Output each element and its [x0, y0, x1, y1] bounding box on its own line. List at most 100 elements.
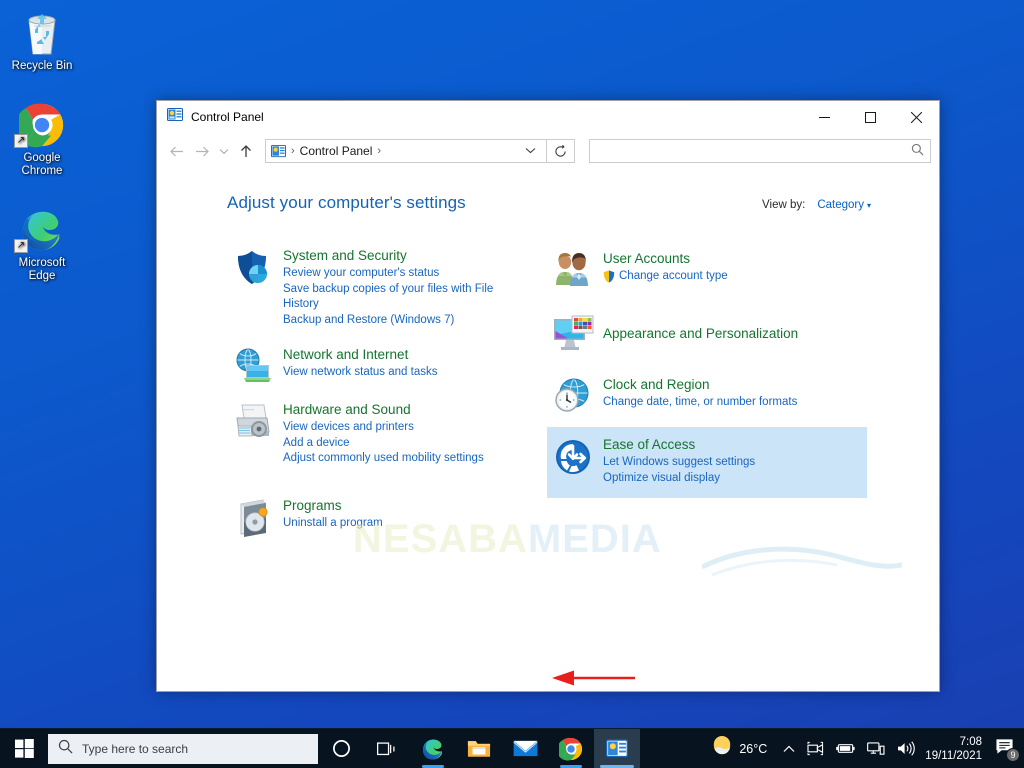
weather-sun-cloud-icon [712, 736, 732, 761]
view-by-label: View by: [762, 199, 806, 211]
edge-taskbar-button[interactable] [410, 729, 456, 768]
control-panel-icon [271, 144, 286, 159]
category-title[interactable]: Programs [283, 496, 383, 515]
programs-cd-icon [231, 496, 275, 538]
category-title[interactable]: User Accounts [603, 249, 728, 268]
appearance-monitor-icon [551, 312, 595, 354]
ease-of-access-icon [551, 435, 595, 486]
control-panel-content: Adjust your computer's settings View by:… [157, 169, 939, 691]
shortcut-arrow-icon: ↗ [14, 134, 28, 148]
category-link[interactable]: View network status and tasks [283, 365, 437, 381]
breadcrumb-separator: › [291, 145, 295, 157]
category-clock-and-region[interactable]: Clock and Region Change date, time, or n… [547, 370, 867, 423]
category-link[interactable]: Save backup copies of your files with Fi… [283, 282, 495, 313]
category-programs[interactable]: Programs Uninstall a program [227, 491, 547, 544]
control-panel-taskbar-button[interactable] [594, 728, 640, 768]
desktop-icon-label: Recycle Bin [11, 60, 73, 72]
desktop-icon-microsoft-edge[interactable]: ↗ Microsoft Edge [0, 205, 84, 283]
category-title[interactable]: Network and Internet [283, 345, 437, 364]
window-titlebar: Control Panel [157, 101, 939, 133]
network-globe-icon [231, 345, 275, 385]
file-explorer-button[interactable] [456, 729, 502, 768]
breadcrumb-item-control-panel[interactable]: Control Panel [297, 144, 376, 158]
desktop-icon-label-line2: Edge [28, 270, 56, 282]
search-box[interactable] [589, 139, 931, 163]
meet-now-icon[interactable] [801, 729, 830, 768]
up-button[interactable] [233, 138, 259, 164]
address-bar[interactable]: › Control Panel › [265, 139, 547, 163]
category-link[interactable]: Adjust commonly used mobility settings [283, 451, 484, 467]
desktop-icon-label-line2: Chrome [21, 165, 63, 177]
back-button[interactable] [163, 138, 189, 164]
category-link[interactable]: Review your computer's status [283, 266, 495, 282]
category-user-accounts[interactable]: User Accounts Change account type [547, 244, 867, 295]
system-tray: 26°C 7:08 19/11/2021 9 [704, 729, 1024, 768]
taskbar-search-box[interactable]: Type here to search [48, 733, 318, 764]
task-view-button[interactable] [364, 729, 410, 768]
uac-shield-icon [603, 270, 615, 283]
show-hidden-icons-button[interactable] [777, 729, 801, 768]
view-by-control: View by: Category ▾ [762, 199, 871, 211]
control-panel-window: Control Panel › Control Panel › Adjust y… [156, 100, 940, 692]
search-icon[interactable] [911, 143, 924, 159]
action-center-button[interactable]: 9 [991, 729, 1024, 768]
category-appearance-and-personalization[interactable]: Appearance and Personalization [547, 307, 867, 360]
desktop-icon-label-line1: Google [23, 152, 61, 164]
annotation-red-arrow [552, 670, 635, 686]
control-panel-icon [167, 107, 183, 128]
open-indicator [422, 764, 444, 768]
view-by-value[interactable]: Category ▾ [817, 199, 871, 211]
desktop-icon-label-line1: Microsoft [18, 257, 66, 269]
close-button[interactable] [893, 101, 939, 133]
category-network-and-internet[interactable]: Network and Internet View network status… [227, 340, 547, 391]
open-indicator [560, 764, 582, 768]
minimize-button[interactable] [801, 101, 847, 133]
category-ease-of-access[interactable]: Ease of Access Let Windows suggest setti… [547, 427, 867, 498]
category-link[interactable]: Backup and Restore (Windows 7) [283, 313, 495, 329]
category-link[interactable]: Optimize visual display [603, 471, 755, 487]
search-input[interactable] [596, 144, 911, 158]
category-title[interactable]: Hardware and Sound [283, 400, 484, 419]
clock-date: 19/11/2021 [925, 749, 982, 762]
chrome-icon: ↗ [0, 100, 84, 148]
navigation-bar: › Control Panel › [157, 133, 939, 169]
start-button[interactable] [0, 729, 48, 768]
category-link[interactable]: Change date, time, or number formats [603, 395, 797, 411]
notification-count-badge: 9 [1006, 747, 1020, 762]
volume-icon[interactable] [891, 729, 921, 768]
breadcrumb-separator-2[interactable]: › [375, 145, 383, 157]
desktop-icon-google-chrome[interactable]: ↗ Google Chrome [0, 100, 84, 178]
category-link[interactable]: Add a device [283, 436, 484, 452]
category-columns: System and Security Review your computer… [157, 241, 939, 548]
refresh-button[interactable] [547, 139, 575, 163]
category-title[interactable]: Ease of Access [603, 435, 755, 454]
taskbar: Type here to search 26°C 7:08 19/11/2021… [0, 728, 1024, 768]
mail-button[interactable] [502, 729, 548, 768]
category-link[interactable]: Let Windows suggest settings [603, 455, 755, 471]
network-icon[interactable] [861, 729, 891, 768]
category-system-and-security[interactable]: System and Security Review your computer… [227, 241, 547, 334]
category-title[interactable]: System and Security [283, 246, 495, 265]
address-dropdown-icon[interactable] [519, 146, 542, 157]
desktop-icon-recycle-bin[interactable]: Recycle Bin [0, 8, 84, 73]
recent-locations-button[interactable] [215, 138, 233, 164]
edge-icon: ↗ [0, 205, 84, 253]
category-link-change-account-type[interactable]: Change account type [603, 269, 728, 285]
cortana-button[interactable] [318, 729, 364, 768]
maximize-button[interactable] [847, 101, 893, 133]
forward-button[interactable] [189, 138, 215, 164]
printer-icon [231, 400, 275, 467]
weather-temperature: 26°C [739, 741, 768, 756]
category-title[interactable]: Clock and Region [603, 375, 797, 394]
weather-widget[interactable]: 26°C [704, 736, 777, 761]
user-accounts-icon [551, 249, 595, 289]
chrome-taskbar-button[interactable] [548, 729, 594, 768]
category-link-uninstall-a-program[interactable]: Uninstall a program [283, 516, 383, 532]
category-hardware-and-sound[interactable]: Hardware and Sound View devices and prin… [227, 395, 547, 473]
battery-icon[interactable] [830, 729, 861, 768]
recycle-bin-icon [0, 8, 84, 56]
window-title: Control Panel [191, 110, 264, 124]
taskbar-clock[interactable]: 7:08 19/11/2021 [921, 729, 991, 768]
category-link[interactable]: View devices and printers [283, 420, 484, 436]
category-title[interactable]: Appearance and Personalization [603, 324, 798, 343]
